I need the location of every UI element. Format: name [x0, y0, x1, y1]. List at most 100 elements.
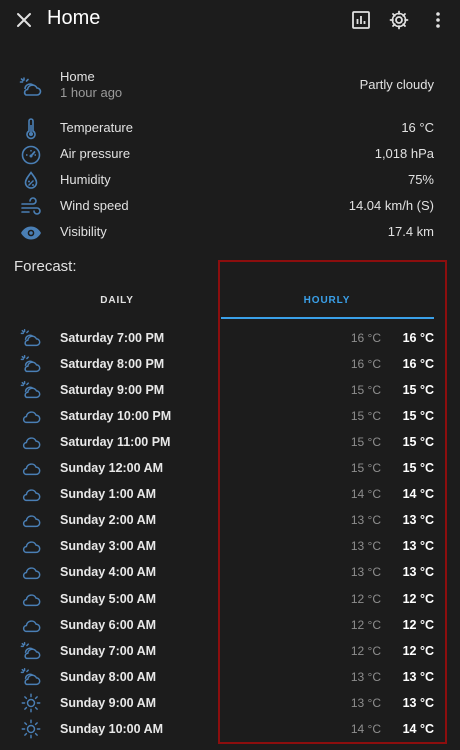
forecast-row: Sunday 12:00 AM 15 °C 15 °C: [0, 457, 460, 483]
attribute-value: 75%: [407, 172, 434, 187]
forecast-time: Saturday 7:00 PM: [60, 331, 165, 345]
water-percent-icon: [19, 169, 43, 193]
partly-cloudy-icon: [20, 666, 42, 688]
forecast-time: Sunday 6:00 AM: [60, 617, 157, 632]
forecast-row: Sunday 5:00 AM 12 °C 12 °C: [0, 588, 460, 614]
sunny-icon: [20, 692, 42, 714]
forecast-low-temp: 13 °C: [350, 539, 381, 554]
partly-cloudy-icon: [20, 379, 42, 401]
forecast-low-temp: 12 °C: [350, 643, 381, 658]
forecast-time: Sunday 7:00 AM: [60, 643, 157, 658]
attribute-humidity: Humidity 75%: [0, 169, 460, 193]
cloud-icon: [20, 588, 42, 610]
dialog-header: Home: [0, 0, 460, 40]
attribute-value: 16 °C: [401, 120, 434, 135]
forecast-low-temp: 16 °C: [350, 357, 381, 372]
wind-icon: [19, 195, 43, 219]
forecast-high-temp: 16 °C: [402, 331, 434, 345]
forecast-low-temp: 15 °C: [350, 461, 381, 476]
forecast-low-temp: 15 °C: [350, 383, 381, 398]
forecast-high-temp: 15 °C: [402, 383, 434, 398]
cloud-icon: [20, 535, 42, 557]
attribute-label: Temperature: [60, 120, 133, 135]
forecast-low-temp: 12 °C: [350, 591, 381, 606]
forecast-high-temp: 12 °C: [402, 591, 434, 606]
forecast-time: Sunday 1:00 AM: [60, 487, 157, 502]
forecast-low-temp: 12 °C: [350, 617, 381, 632]
forecast-row: Sunday 2:00 AM 13 °C 13 °C: [0, 509, 460, 535]
forecast-row: Saturday 11:00 PM 15 °C 15 °C: [0, 431, 460, 457]
attribute-label: Wind speed: [60, 198, 129, 213]
forecast-high-temp: 12 °C: [402, 617, 434, 632]
forecast-time: Sunday 12:00 AM: [60, 461, 164, 476]
partly-cloudy-icon: [20, 640, 42, 662]
forecast-time: Sunday 2:00 AM: [60, 513, 157, 528]
forecast-row: Sunday 6:00 AM 12 °C 12 °C: [0, 614, 460, 640]
forecast-row: Saturday 7:00 PM 16 °C 16 °C: [0, 327, 460, 353]
last-updated: 1 hour ago: [60, 85, 123, 100]
more-vertical-icon[interactable]: [426, 8, 450, 32]
forecast-row: Saturday 9:00 PM 15 °C 15 °C: [0, 379, 460, 405]
attribute-label: Humidity: [60, 172, 111, 187]
forecast-low-temp: 13 °C: [350, 669, 381, 684]
forecast-low-temp: 15 °C: [350, 409, 381, 424]
gauge-icon: [19, 143, 43, 167]
cloud-icon: [20, 457, 42, 479]
history-chart-icon[interactable]: [349, 8, 373, 32]
cloud-icon: [20, 561, 42, 583]
forecast-high-temp: 14 °C: [402, 721, 434, 736]
forecast-time: Sunday 10:00 AM: [60, 721, 164, 736]
attribute-wind-speed: Wind speed 14.04 km/h (S): [0, 195, 460, 219]
thermometer-icon: [19, 117, 43, 141]
forecast-low-temp: 14 °C: [350, 487, 381, 502]
forecast-high-temp: 13 °C: [402, 669, 434, 684]
forecast-time: Saturday 11:00 PM: [60, 435, 171, 450]
current-weather: Home 1 hour ago Partly cloudy: [0, 69, 460, 104]
cloud-icon: [20, 483, 42, 505]
tab-active-indicator: [221, 317, 434, 319]
forecast-row: Sunday 7:00 AM 12 °C 12 °C: [0, 640, 460, 666]
dialog-title: Home: [47, 7, 101, 29]
forecast-low-temp: 15 °C: [350, 435, 381, 450]
forecast-time: Saturday 9:00 PM: [60, 383, 165, 398]
forecast-row: Saturday 8:00 PM 16 °C 16 °C: [0, 353, 460, 379]
forecast-high-temp: 15 °C: [402, 409, 434, 424]
forecast-time: Saturday 8:00 PM: [60, 357, 165, 372]
forecast-row: Sunday 3:00 AM 13 °C 13 °C: [0, 535, 460, 561]
forecast-time: Sunday 8:00 AM: [60, 669, 157, 684]
forecast-row: Sunday 4:00 AM 13 °C 13 °C: [0, 561, 460, 587]
forecast-time: Sunday 3:00 AM: [60, 539, 157, 554]
cloud-icon: [20, 405, 42, 427]
forecast-high-temp: 16 °C: [402, 357, 434, 372]
partly-cloudy-icon: [20, 327, 42, 349]
forecast-high-temp: 14 °C: [402, 487, 434, 502]
cloud-icon: [20, 509, 42, 531]
attribute-value: 14.04 km/h (S): [348, 198, 434, 213]
settings-gear-icon[interactable]: [387, 8, 411, 32]
tab-daily[interactable]: DAILY: [14, 282, 220, 320]
forecast-row: Sunday 10:00 AM 14 °C 14 °C: [0, 718, 460, 744]
forecast-high-temp: 13 °C: [402, 513, 434, 528]
location-name: Home: [60, 69, 95, 84]
forecast-high-temp: 15 °C: [402, 435, 434, 450]
attribute-air-pressure: Air pressure 1,018 hPa: [0, 143, 460, 167]
forecast-time: Sunday 9:00 AM: [60, 695, 157, 710]
forecast-time: Saturday 10:00 PM: [60, 409, 172, 424]
tab-hourly[interactable]: HOURLY: [220, 282, 434, 320]
current-condition: Partly cloudy: [359, 77, 434, 92]
attribute-visibility: Visibility 17.4 km: [0, 221, 460, 245]
forecast-time: Sunday 4:00 AM: [60, 565, 157, 580]
forecast-row: Sunday 9:00 AM 13 °C 13 °C: [0, 692, 460, 718]
attribute-label: Air pressure: [60, 146, 131, 161]
forecast-row: Sunday 8:00 AM 13 °C 13 °C: [0, 666, 460, 692]
forecast-low-temp: 14 °C: [350, 721, 381, 736]
close-icon[interactable]: [12, 8, 36, 32]
forecast-low-temp: 13 °C: [350, 513, 381, 528]
forecast-row: Saturday 10:00 PM 15 °C 15 °C: [0, 405, 460, 431]
cloud-icon: [20, 614, 42, 636]
forecast-high-temp: 12 °C: [402, 643, 434, 658]
attribute-value: 17.4 km: [387, 224, 434, 239]
attribute-label: Visibility: [60, 224, 107, 239]
forecast-low-temp: 16 °C: [350, 331, 381, 345]
sunny-icon: [20, 718, 42, 740]
